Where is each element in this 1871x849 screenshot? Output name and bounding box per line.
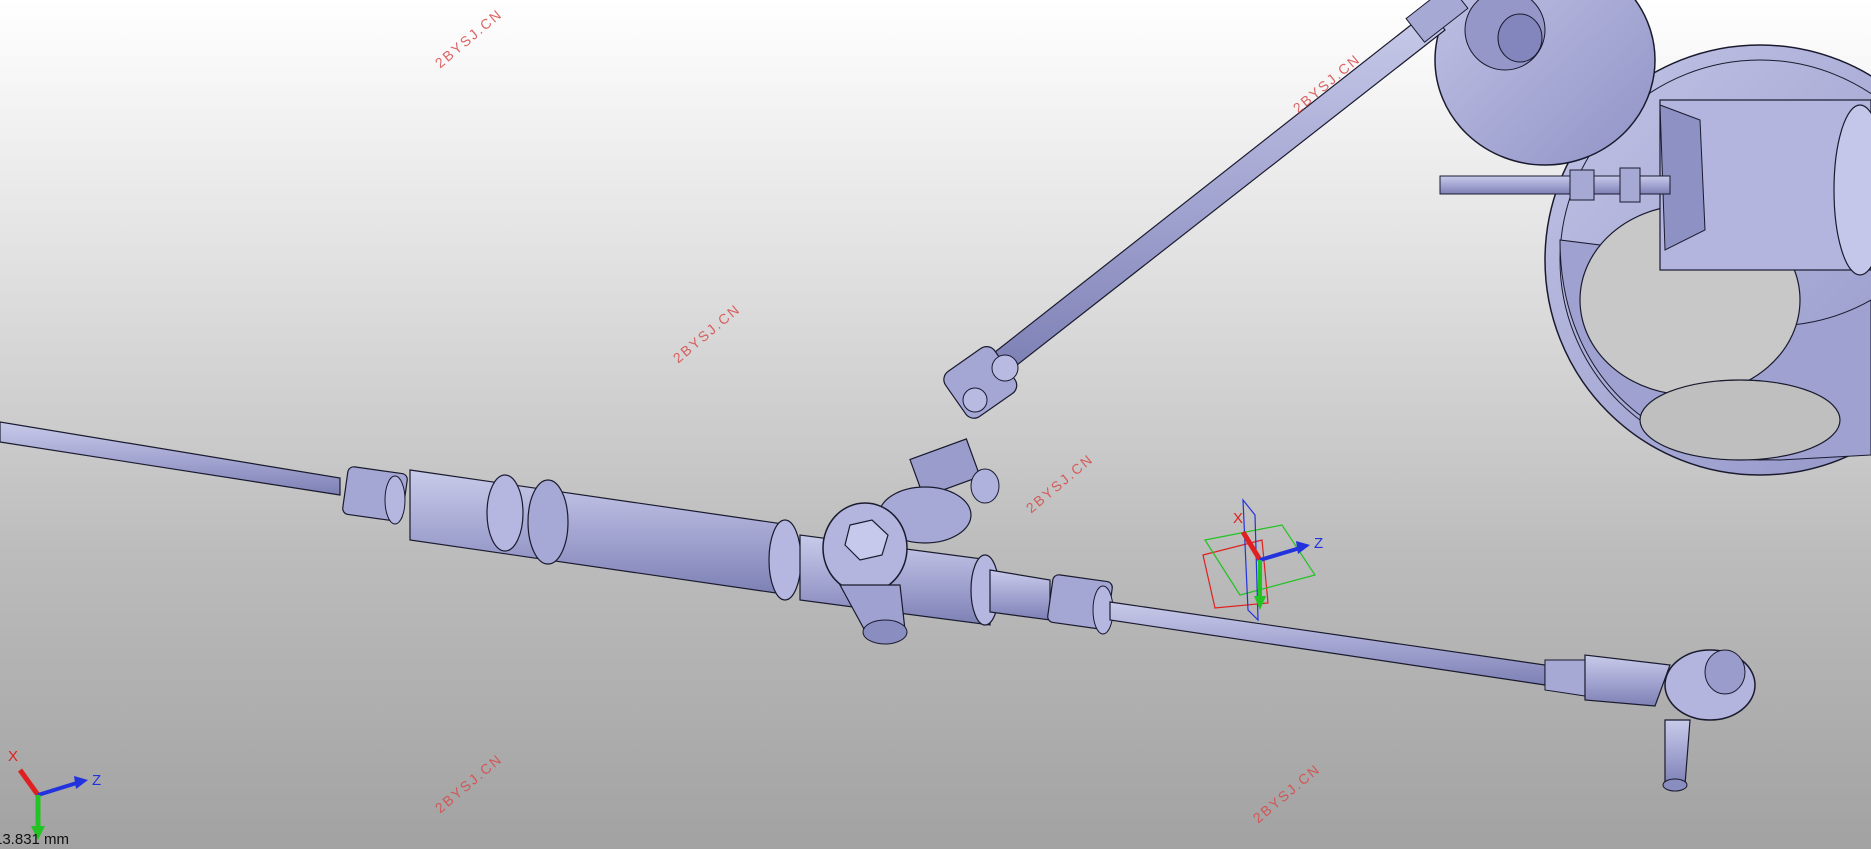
steering-shaft[interactable]	[994, 0, 1469, 373]
view-triad-x-label: X	[8, 748, 19, 765]
steering-assembly-model[interactable]	[0, 0, 1871, 849]
right-tie-rod[interactable]	[1109, 601, 1671, 707]
3d-viewport[interactable]: 2BYSJ.CN 2BYSJ.CN 2BYSJ.CN 2BYSJ.CN 2BYS…	[0, 0, 1871, 849]
manipulator-triad[interactable]	[1202, 498, 1316, 622]
view-triad-z-label: Z	[92, 772, 102, 789]
left-tie-rod[interactable]	[0, 421, 408, 525]
rack-housing[interactable]	[409, 469, 1114, 645]
triad-z-label: Z	[1314, 535, 1324, 552]
triad-x-label: X	[1233, 510, 1244, 527]
tie-rod-end[interactable]	[1662, 649, 1756, 792]
scale-readout: 13.831 mm	[0, 831, 70, 848]
universal-joint[interactable]	[878, 343, 1021, 544]
view-orientation-triad	[17, 768, 88, 840]
